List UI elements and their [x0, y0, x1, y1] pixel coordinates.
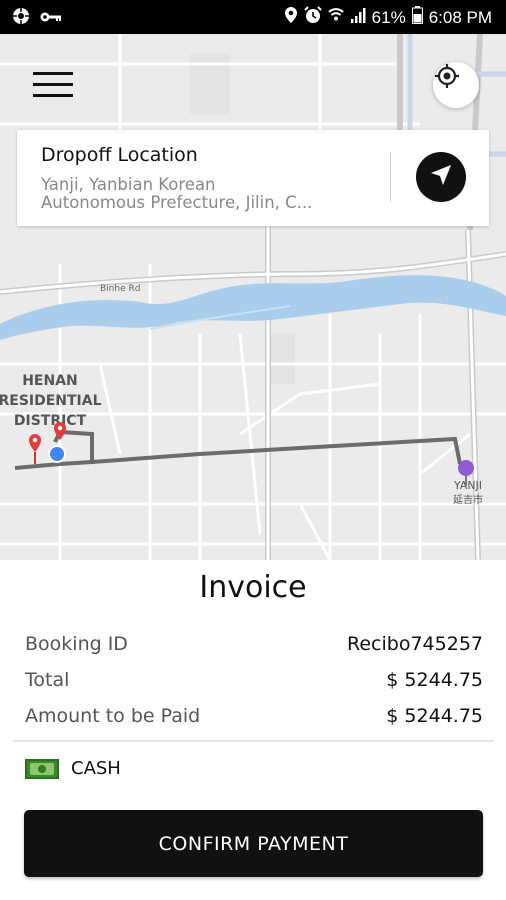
map-view[interactable]: Binhe Rd HENAN RESIDENTIAL DISTRICT YANJ… — [0, 34, 506, 560]
amount-due-label: Amount to be Paid — [25, 705, 201, 727]
total-row: Total $ 5244.75 — [25, 669, 483, 695]
booking-id-value: Recibo745257 — [347, 633, 483, 655]
dropoff-address-line2: Autonomous Prefecture, Jilin, C... — [41, 193, 313, 212]
alarm-icon — [303, 6, 322, 29]
map-district-label-1: HENAN — [22, 373, 78, 389]
current-location-icon — [48, 445, 66, 463]
navigation-arrow-icon — [428, 162, 454, 192]
dropoff-address: Yanji, Yanbian Korean Autonomous Prefect… — [41, 176, 341, 212]
menu-button[interactable] — [33, 72, 73, 102]
battery-percent: 61% — [371, 7, 406, 27]
signal-icon — [350, 7, 366, 28]
map-district-label-3: DISTRICT — [14, 413, 87, 429]
navigate-button[interactable] — [416, 152, 466, 202]
total-value: $ 5244.75 — [386, 669, 483, 691]
map-district-label-2: RESIDENTIAL — [0, 393, 102, 409]
app-notification-icon — [12, 7, 30, 29]
amount-due-row: Amount to be Paid $ 5244.75 — [25, 705, 483, 731]
battery-icon — [411, 6, 423, 29]
confirm-payment-button[interactable]: CONFIRM PAYMENT — [24, 810, 483, 877]
key-icon — [40, 9, 62, 28]
map-city-label: YANJI — [453, 479, 482, 492]
map-canvas: Binhe Rd HENAN RESIDENTIAL DISTRICT YANJ… — [0, 34, 506, 560]
payment-method: CASH — [25, 758, 121, 779]
invoice-title: Invoice — [199, 570, 307, 605]
wifi-icon — [327, 6, 344, 29]
amount-due-value: $ 5244.75 — [386, 705, 483, 727]
payment-method-label: CASH — [71, 758, 121, 779]
map-road-label: Binhe Rd — [100, 284, 140, 294]
total-label: Total — [25, 669, 70, 691]
map-city-label-cn: 延吉市 — [453, 493, 483, 506]
booking-id-label: Booking ID — [25, 633, 128, 655]
dropoff-title: Dropoff Location — [41, 144, 198, 166]
status-bar: 61% 6:08 PM — [0, 0, 506, 34]
dropoff-divider — [390, 152, 391, 202]
hamburger-menu-icon — [33, 72, 73, 97]
invoice-divider — [13, 740, 494, 742]
locate-me-button[interactable] — [433, 62, 479, 108]
banknote-icon — [25, 758, 59, 779]
location-pin-icon — [284, 6, 298, 29]
booking-id-row: Booking ID Recibo745257 — [25, 633, 483, 659]
dropoff-address-line1: Yanji, Yanbian Korean — [41, 176, 216, 194]
status-time: 6:08 PM — [428, 7, 492, 27]
dropoff-location-card[interactable]: Dropoff Location Yanji, Yanbian Korean A… — [17, 130, 489, 226]
